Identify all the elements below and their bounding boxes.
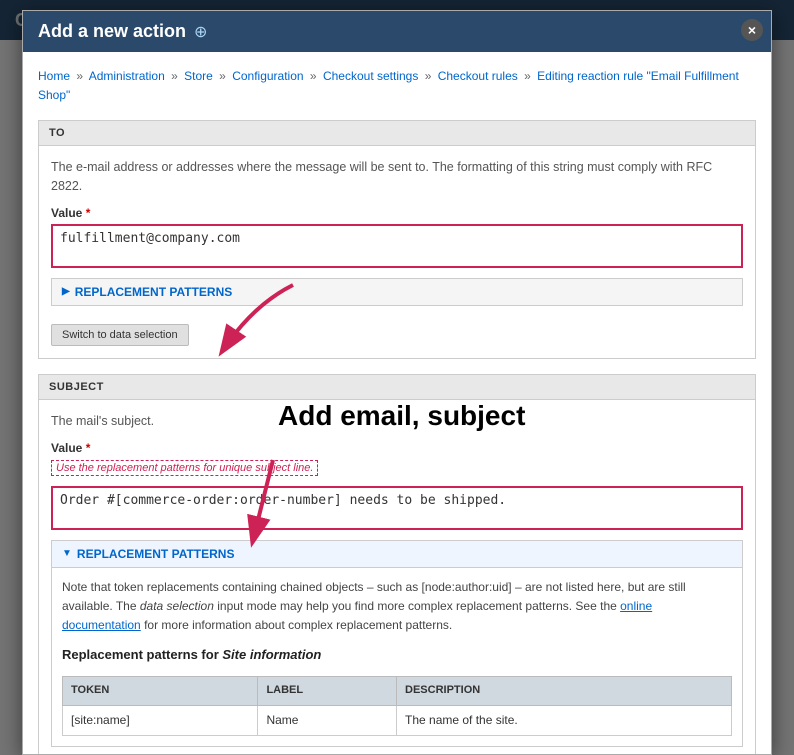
- replacement-note-italic: data selection: [140, 599, 214, 613]
- token-table: TOKEN LABEL DESCRIPTION [site:name]: [62, 676, 732, 736]
- annotation-container: TO The e-mail address or addresses where…: [38, 120, 756, 755]
- subject-section-header: SUBJECT: [39, 375, 755, 400]
- subject-value-label: Value *: [51, 441, 743, 455]
- subject-replacement-patterns-toggle[interactable]: ▼ REPLACEMENT PATTERNS: [52, 541, 742, 567]
- modal: Add a new action ⊕ × Home » Administrati…: [22, 10, 772, 755]
- breadcrumb-sep-1: »: [76, 69, 83, 83]
- chevron-down-icon: ▼: [62, 548, 72, 559]
- required-star: *: [86, 206, 91, 220]
- subject-annotation: Use the replacement patterns for unique …: [51, 460, 318, 476]
- cell-token: [site:name]: [63, 705, 258, 735]
- breadcrumb-configuration[interactable]: Configuration: [232, 69, 303, 83]
- breadcrumb-store[interactable]: Store: [184, 69, 213, 83]
- subject-replacement-patterns-body: Note that token replacements containing …: [52, 567, 742, 746]
- add-icon: ⊕: [194, 22, 207, 42]
- to-section: TO The e-mail address or addresses where…: [38, 120, 756, 359]
- chevron-right-icon: ▶: [62, 286, 70, 297]
- breadcrumb-sep-6: »: [524, 69, 531, 83]
- modal-overlay: Add a new action ⊕ × Home » Administrati…: [0, 0, 794, 755]
- subject-section-body: The mail's subject. Value * Use the repl…: [39, 400, 755, 755]
- table-header-row: TOKEN LABEL DESCRIPTION: [63, 676, 732, 705]
- cell-label: Name: [258, 705, 397, 735]
- subject-replacement-patterns: ▼ REPLACEMENT PATTERNS Note that token r…: [51, 540, 743, 747]
- required-star-2: *: [86, 441, 91, 455]
- breadcrumb-checkout-rules[interactable]: Checkout rules: [438, 69, 518, 83]
- breadcrumb-sep-2: »: [171, 69, 178, 83]
- to-value-label: Value *: [51, 206, 743, 220]
- site-info-heading: Replacement patterns for Site informatio…: [62, 645, 732, 666]
- to-replacement-patterns-toggle[interactable]: ▶ REPLACEMENT PATTERNS: [52, 279, 742, 305]
- modal-header: Add a new action ⊕: [23, 11, 771, 52]
- col-label: LABEL: [258, 676, 397, 705]
- breadcrumb-home[interactable]: Home: [38, 69, 70, 83]
- subject-section: SUBJECT The mail's subject. Value * Use …: [38, 374, 756, 755]
- col-token: TOKEN: [63, 676, 258, 705]
- breadcrumb-sep-5: »: [425, 69, 432, 83]
- breadcrumb-checkout-settings[interactable]: Checkout settings: [323, 69, 418, 83]
- subject-description: The mail's subject.: [51, 412, 743, 431]
- to-section-body: The e-mail address or addresses where th…: [39, 146, 755, 358]
- switch-to-data-selection-button[interactable]: Switch to data selection: [51, 324, 189, 346]
- table-row: [site:name] Name The name of the site.: [63, 705, 732, 735]
- to-value-wrapper: fulfillment@company.com: [51, 224, 743, 268]
- site-info-italic: Site information: [222, 647, 321, 662]
- close-button[interactable]: ×: [741, 19, 763, 41]
- to-section-header: TO: [39, 121, 755, 146]
- col-description: DESCRIPTION: [397, 676, 732, 705]
- breadcrumb-sep-4: »: [310, 69, 317, 83]
- subject-value-wrapper: Order #[commerce-order:order-number] nee…: [51, 486, 743, 530]
- to-replacement-patterns: ▶ REPLACEMENT PATTERNS: [51, 278, 743, 306]
- to-description: The e-mail address or addresses where th…: [51, 158, 743, 196]
- subject-value-input[interactable]: Order #[commerce-order:order-number] nee…: [51, 486, 743, 530]
- breadcrumb-administration[interactable]: Administration: [89, 69, 165, 83]
- breadcrumb-sep-3: »: [219, 69, 226, 83]
- modal-body: Home » Administration » Store » Configur…: [23, 52, 771, 755]
- to-value-input[interactable]: fulfillment@company.com: [51, 224, 743, 268]
- modal-title: Add a new action: [38, 21, 186, 42]
- replacement-note: Note that token replacements containing …: [62, 578, 732, 636]
- cell-description: The name of the site.: [397, 705, 732, 735]
- breadcrumb: Home » Administration » Store » Configur…: [38, 67, 756, 105]
